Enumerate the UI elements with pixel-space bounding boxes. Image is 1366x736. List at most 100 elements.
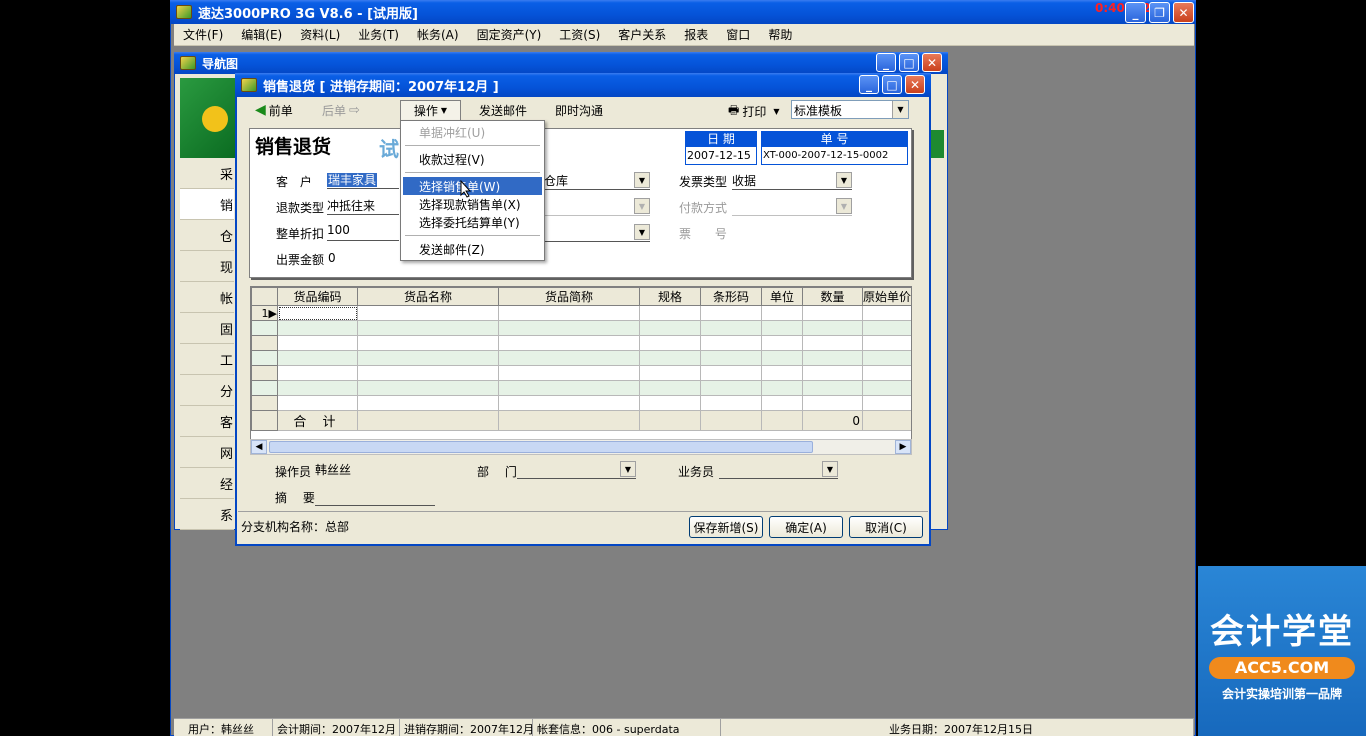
row-header[interactable] — [251, 380, 278, 396]
sr-maximize-button[interactable]: □ — [882, 75, 902, 94]
nav-item-accounts[interactable]: 帐 — [180, 282, 234, 313]
salesman-field[interactable]: ▼ — [719, 461, 838, 479]
row-header[interactable] — [251, 320, 278, 336]
discount-field[interactable]: 100 — [327, 223, 399, 241]
chevron-down-icon[interactable]: ▼ — [634, 224, 650, 240]
nav-item-purchase[interactable]: 采 — [180, 158, 234, 189]
restore-button[interactable]: ❐ — [1149, 2, 1170, 23]
nav-item-sales[interactable]: 销 — [180, 189, 234, 220]
cell[interactable] — [802, 305, 863, 321]
nav-close-button[interactable]: ✕ — [922, 53, 942, 72]
invoice-type-field[interactable]: 收据 ▼ — [732, 172, 852, 190]
nav-item-manager[interactable]: 经 — [180, 468, 234, 499]
prev-doc-button[interactable]: ◀ 前单 — [255, 101, 293, 119]
close-button[interactable]: ✕ — [1173, 2, 1194, 23]
row-header[interactable] — [251, 365, 278, 381]
warehouse-field[interactable]: ▼ — [544, 172, 650, 190]
instant-chat-button[interactable]: 即时沟通 — [555, 102, 603, 119]
col-barcode[interactable]: 条形码 — [700, 287, 762, 306]
nav-item-salary[interactable]: 工 — [180, 344, 234, 375]
menu-item-receipt-process[interactable]: 收款过程(V) — [403, 150, 542, 168]
next-doc-button[interactable]: 后单 ⇨ — [322, 101, 360, 119]
chevron-down-icon[interactable]: ▼ — [620, 461, 636, 477]
cell[interactable] — [277, 305, 358, 321]
scroll-thumb[interactable] — [269, 441, 813, 453]
col-spec[interactable]: 规格 — [639, 287, 701, 306]
print-button[interactable]: 🖶 打印 ▼ — [728, 101, 780, 122]
menu-accounts[interactable]: 帐务(A) — [408, 26, 468, 43]
date-value[interactable]: 2007-12-15 — [686, 147, 756, 164]
menu-edit[interactable]: 编辑(E) — [232, 26, 291, 43]
send-mail-button[interactable]: 发送邮件 — [479, 102, 527, 119]
nav-item-branch[interactable]: 分 — [180, 375, 234, 406]
summary-field[interactable] — [315, 488, 435, 506]
table-row[interactable] — [251, 320, 911, 336]
minimize-button[interactable]: _ — [1125, 2, 1146, 23]
chevron-down-icon[interactable]: ▼ — [634, 198, 650, 214]
table-row[interactable] — [251, 365, 911, 381]
nav-item-system[interactable]: 系 — [180, 499, 234, 530]
chevron-down-icon[interactable]: ▼ — [836, 172, 852, 188]
col-item-short[interactable]: 货品简称 — [498, 287, 640, 306]
nav-item-warehouse[interactable]: 仓 — [180, 220, 234, 251]
cell[interactable] — [357, 305, 499, 321]
menu-crm[interactable]: 客户关系 — [609, 26, 675, 43]
menu-window[interactable]: 窗口 — [717, 26, 759, 43]
nav-maximize-button[interactable]: □ — [899, 53, 919, 72]
menu-file[interactable]: 文件(F) — [174, 26, 232, 43]
col-unit[interactable]: 单位 — [761, 287, 803, 306]
refund-type-field[interactable]: 冲抵往来 — [327, 197, 399, 215]
col-item-name[interactable]: 货品名称 — [357, 287, 499, 306]
save-new-button[interactable]: 保存新增(S) — [689, 516, 763, 538]
menu-item-send-mail[interactable]: 发送邮件(Z) — [403, 240, 542, 258]
row-header[interactable] — [251, 350, 278, 366]
ok-button[interactable]: 确定(A) — [769, 516, 843, 538]
menu-item-select-sales-doc[interactable]: 选择销售单(W) — [403, 177, 542, 195]
table-row[interactable]: 1▶ — [251, 305, 911, 321]
menu-salary[interactable]: 工资(S) — [550, 26, 609, 43]
chevron-down-icon[interactable]: ▼ — [822, 461, 838, 477]
table-row[interactable] — [251, 335, 911, 351]
menu-help[interactable]: 帮助 — [759, 26, 801, 43]
cancel-button[interactable]: 取消(C) — [849, 516, 923, 538]
menu-reports[interactable]: 报表 — [675, 26, 717, 43]
nav-item-customer[interactable]: 客 — [180, 406, 234, 437]
menu-fixed-assets[interactable]: 固定资产(Y) — [468, 26, 551, 43]
menu-item-select-cash-sales-doc[interactable]: 选择现款销售单(X) — [403, 195, 542, 213]
template-select[interactable]: 标准模板 ▼ — [791, 100, 909, 119]
menu-business[interactable]: 业务(T) — [349, 26, 408, 43]
col-orig-price[interactable]: 原始单价 — [862, 287, 911, 306]
table-row[interactable] — [251, 380, 911, 396]
chevron-down-icon[interactable]: ▼ — [836, 198, 852, 214]
menu-data[interactable]: 资料(L) — [291, 26, 349, 43]
sr-close-button[interactable]: ✕ — [905, 75, 925, 94]
menu-item-reverse-doc[interactable]: 单据冲红(U) — [403, 123, 542, 141]
row-header[interactable] — [251, 335, 278, 351]
table-row[interactable] — [251, 395, 911, 411]
sr-minimize-button[interactable]: _ — [859, 75, 879, 94]
refund-account-field[interactable]: ▼ — [544, 198, 650, 216]
scroll-right-icon[interactable]: ▶ — [895, 440, 911, 454]
chevron-down-icon[interactable]: ▼ — [634, 172, 650, 188]
scroll-left-icon[interactable]: ◀ — [251, 440, 267, 454]
discount-extra-field[interactable]: ▼ — [544, 224, 650, 242]
nav-item-network[interactable]: 网 — [180, 437, 234, 468]
col-qty[interactable]: 数量 — [802, 287, 863, 306]
dept-field[interactable]: ▼ — [517, 461, 636, 479]
row-header-current[interactable]: 1▶ — [251, 305, 278, 321]
cell[interactable] — [639, 305, 701, 321]
cell[interactable] — [862, 305, 911, 321]
cell[interactable] — [700, 305, 762, 321]
cell[interactable] — [498, 305, 640, 321]
nav-item-fixed[interactable]: 固 — [180, 313, 234, 344]
items-grid[interactable]: 货品编码 货品名称 货品简称 规格 条形码 单位 数量 原始单价 1▶ 合 计 … — [250, 286, 912, 440]
payment-method-field[interactable]: ▼ — [732, 198, 852, 216]
nav-item-cash[interactable]: 现 — [180, 251, 234, 282]
operation-menu-button[interactable]: 操作 ▼ — [400, 100, 461, 121]
table-row[interactable] — [251, 350, 911, 366]
grid-hscrollbar[interactable]: ◀ ▶ — [250, 439, 912, 455]
doc-number-value[interactable]: XT-000-2007-12-15-0002 — [762, 147, 907, 164]
row-header[interactable] — [251, 395, 278, 411]
menu-item-select-consign-doc[interactable]: 选择委托结算单(Y) — [403, 213, 542, 231]
nav-minimize-button[interactable]: _ — [876, 53, 896, 72]
